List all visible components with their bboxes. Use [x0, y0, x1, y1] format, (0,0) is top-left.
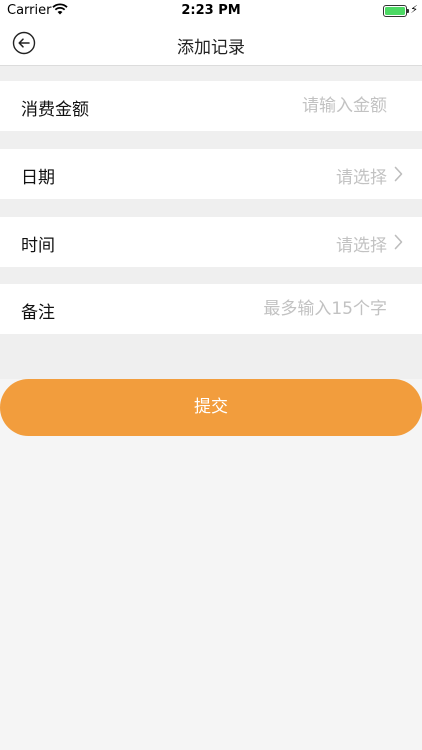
battery-icon [383, 5, 409, 17]
status-time: 2:23 PM [181, 3, 241, 18]
charging-bolt-icon: ⚡ [410, 3, 418, 16]
chevron-right-icon [394, 234, 403, 250]
amount-label: 消费金额 [21, 100, 89, 120]
note-input[interactable] [177, 294, 387, 324]
navigation-bar: 添加记录 [0, 22, 422, 66]
time-picker-value[interactable]: 请选择 [336, 231, 387, 256]
date-picker-value[interactable]: 请选择 [336, 163, 387, 188]
record-form: 消费金额 日期 请选择 时间 请选择 备注 [0, 66, 422, 379]
chevron-right-icon [394, 166, 403, 182]
amount-input[interactable] [177, 91, 387, 121]
submit-button[interactable]: 提交 [0, 379, 422, 436]
time-row[interactable]: 时间 请选择 [0, 217, 422, 267]
battery-level-fill [385, 7, 405, 15]
add-record-screen: Carrier 2:23 PM ⚡ 添加记录 消费金额 请输入金额 日期 请选择… [0, 0, 422, 750]
note-row[interactable]: 备注 [0, 284, 422, 334]
date-row[interactable]: 日期 请选择 [0, 149, 422, 199]
date-label: 日期 [21, 168, 55, 188]
time-label: 时间 [21, 236, 55, 256]
status-bar: Carrier 2:23 PM ⚡ [0, 0, 422, 22]
page-title: 添加记录 [177, 38, 245, 58]
note-label: 备注 [21, 303, 55, 323]
amount-row[interactable]: 消费金额 [0, 81, 422, 131]
